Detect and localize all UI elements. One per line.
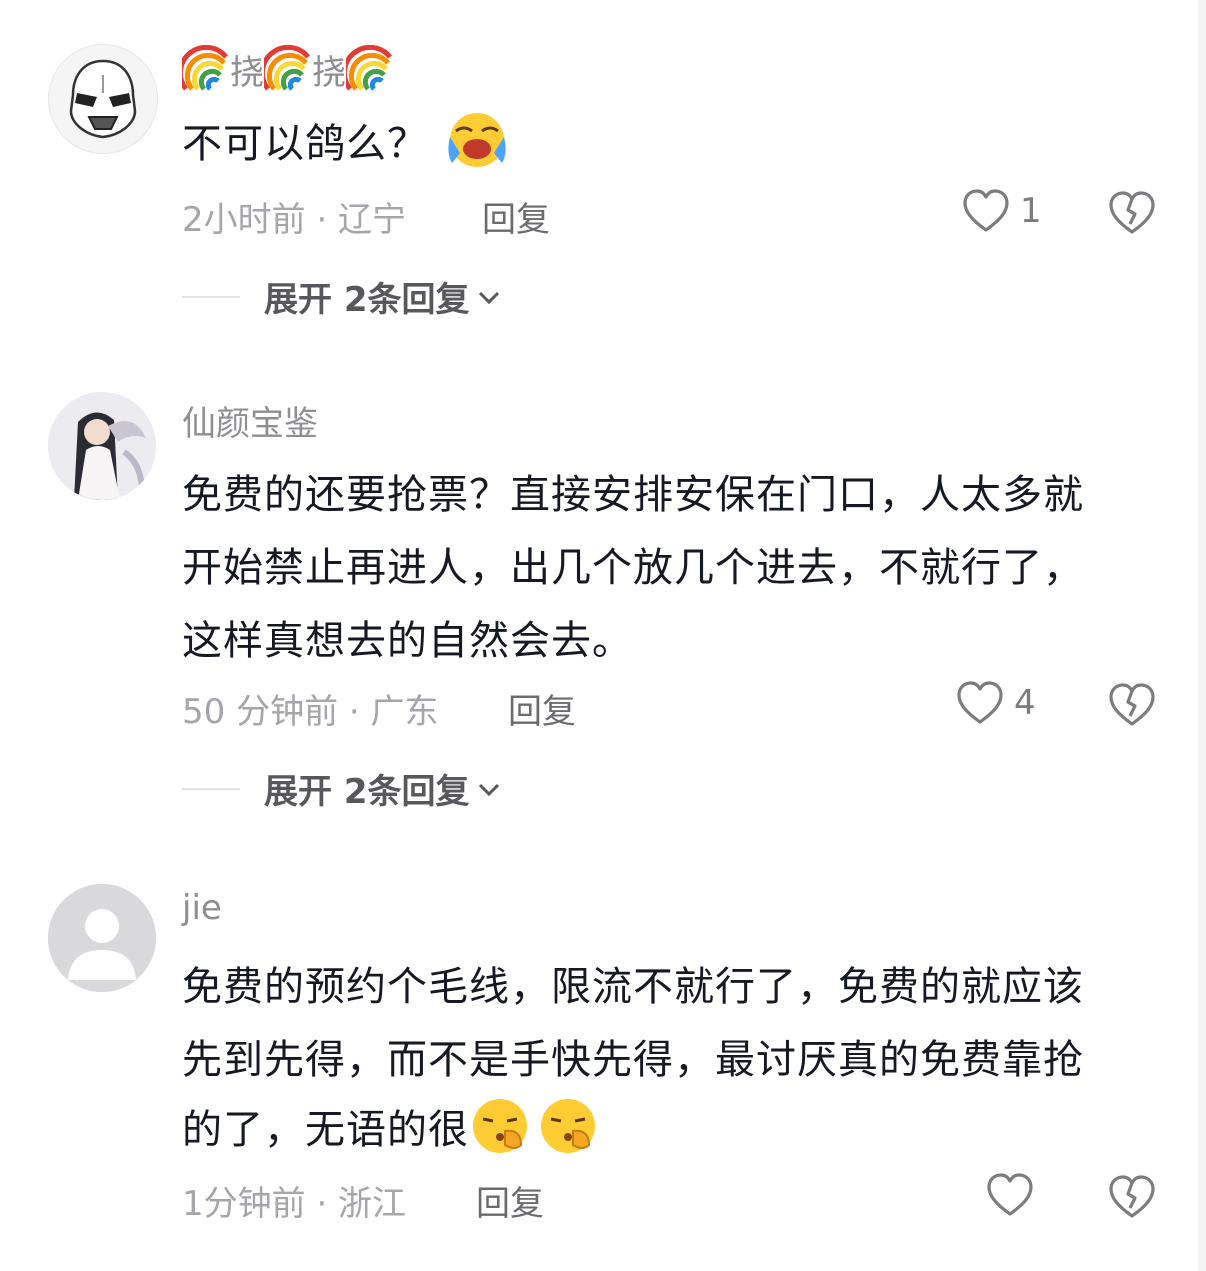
divider	[182, 787, 240, 790]
heart-icon	[987, 1173, 1033, 1216]
comment-meta: 50 分钟前 · 广东	[182, 692, 439, 732]
broken-heart-icon	[1109, 191, 1155, 234]
comment-text-line: 的了，无语的很	[182, 1096, 599, 1156]
like-count: 1	[1020, 191, 1042, 231]
anime-character-icon	[48, 392, 156, 500]
avatar[interactable]	[48, 44, 158, 154]
heart-icon	[957, 681, 1003, 724]
avatar[interactable]	[48, 392, 156, 500]
username[interactable]: jie	[182, 888, 222, 928]
shushing-face-icon	[473, 1099, 527, 1153]
like-button[interactable]	[986, 1172, 1034, 1218]
dislike-button[interactable]	[1108, 1174, 1156, 1224]
broken-heart-icon	[1109, 1175, 1155, 1218]
broken-heart-icon	[1109, 683, 1155, 726]
reply-button[interactable]: 回复	[476, 1176, 544, 1225]
reply-button[interactable]: 回复	[508, 684, 576, 733]
scroll-edge	[1198, 0, 1206, 1271]
comment-text-line: 免费的预约个毛线，限流不就行了，免费的就应该	[182, 964, 1084, 1010]
divider	[182, 295, 240, 298]
username-segment: 挠	[312, 52, 346, 93]
comment-text-line: 开始禁止再进人，出几个放几个进去，不就行了，	[182, 545, 1084, 591]
comment-meta: 1分钟前 · 浙江	[182, 1184, 407, 1224]
like-count: 4	[1014, 683, 1036, 723]
chevron-down-icon	[478, 783, 499, 796]
face-with-tears-icon	[448, 113, 506, 167]
expand-replies[interactable]: 展开 2条回复	[182, 272, 502, 321]
stormtrooper-icon	[49, 45, 157, 153]
comment-text-line: 这样真想去的自然会去。	[182, 618, 633, 664]
heart-icon	[963, 189, 1009, 232]
comment-text: 不可以鸽么？	[182, 121, 428, 167]
reply-button[interactable]: 回复	[482, 192, 550, 241]
shushing-face-icon	[541, 1099, 595, 1153]
username-segment: 挠	[230, 52, 264, 93]
rainbow-icon	[182, 45, 228, 91]
rainbow-icon	[264, 45, 310, 91]
like-button[interactable]: 4	[956, 680, 1036, 726]
comment-text: 的了，无语的很	[182, 1107, 469, 1153]
chevron-down-icon	[478, 291, 499, 304]
comment-text-line: 先到先得，而不是手快先得，最讨厌真的免费靠抢	[182, 1037, 1084, 1083]
default-user-icon	[48, 884, 156, 992]
username[interactable]: 仙颜宝鉴	[182, 396, 318, 445]
username[interactable]: 挠 挠	[182, 44, 394, 94]
comment-text-line: 免费的还要抢票？直接安排安保在门口，人太多就	[182, 472, 1084, 518]
avatar[interactable]	[48, 884, 156, 992]
dislike-button[interactable]	[1108, 190, 1156, 240]
comment-meta: 2小时前 · 辽宁	[182, 200, 407, 240]
expand-replies-label: 展开 2条回复	[264, 280, 470, 320]
expand-replies[interactable]: 展开 2条回复	[182, 764, 502, 813]
like-button[interactable]: 1	[962, 188, 1042, 234]
rainbow-icon	[346, 45, 392, 91]
comment-text-line: 不可以鸽么？	[182, 112, 508, 168]
expand-replies-label: 展开 2条回复	[264, 772, 470, 812]
dislike-button[interactable]	[1108, 682, 1156, 732]
